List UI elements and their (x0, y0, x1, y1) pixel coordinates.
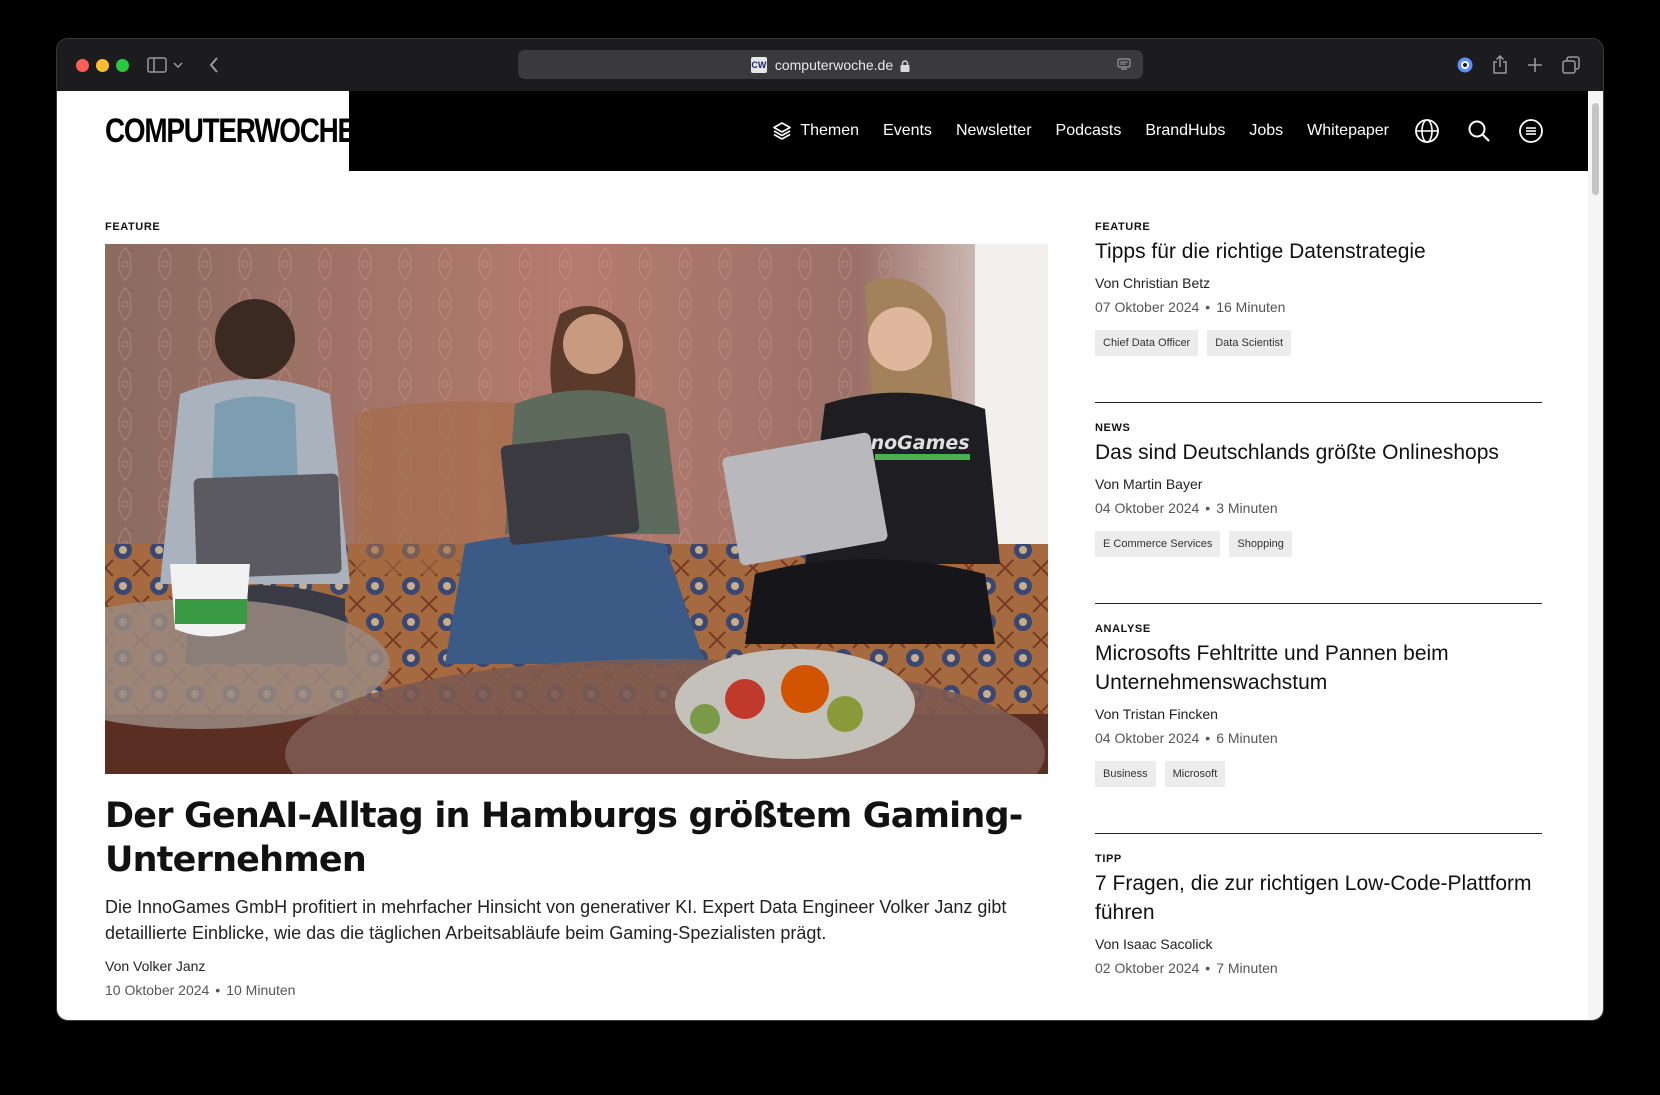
article-kicker: ANALYSE (1095, 623, 1151, 635)
globe-icon[interactable] (1413, 117, 1441, 145)
share-icon[interactable] (1488, 53, 1512, 77)
site-header: COMPUTERWOCHE Themen Events Newsletter P… (57, 91, 1590, 171)
article-title[interactable]: Das sind Deutschlands größte Onlineshops (1095, 438, 1542, 467)
article-author[interactable]: Von Isaac Sacolick (1095, 936, 1542, 952)
article-read-time: 7 Minuten (1216, 960, 1278, 976)
extension-icon[interactable] (1453, 53, 1477, 77)
nav-item-brandhubs[interactable]: BrandHubs (1145, 122, 1225, 140)
search-icon[interactable] (1465, 117, 1493, 145)
main-feature-article[interactable]: FEATURE InnoGames Der GenAI-Alltag in Ha… (105, 221, 1048, 998)
lock-icon (900, 59, 910, 72)
article-read-time: 6 Minuten (1216, 730, 1278, 746)
separator-dot: • (1205, 500, 1211, 516)
article-read-time: 16 Minuten (1216, 299, 1286, 315)
site-logo[interactable]: COMPUTERWOCHE (105, 112, 356, 151)
article-meta: 02 Oktober 2024 • 7 Minuten (1095, 960, 1542, 976)
page-scrollbar[interactable] (1588, 91, 1603, 1020)
tag-list: E Commerce Services Shopping (1095, 531, 1542, 557)
article-meta: 04 Oktober 2024 • 6 Minuten (1095, 730, 1542, 746)
separator-dot: • (1205, 299, 1211, 315)
tag-chief-data-officer[interactable]: Chief Data Officer (1095, 330, 1199, 356)
url-text: computerwoche.de (774, 56, 894, 73)
tag-data-scientist[interactable]: Data Scientist (1207, 330, 1292, 356)
article-sidebar: FEATURE Tipps für die richtige Datenstra… (1095, 221, 1542, 976)
separator-dot: • (1205, 730, 1211, 746)
list-item[interactable]: FEATURE Tipps für die richtige Datenstra… (1095, 221, 1542, 356)
article-date: 02 Oktober 2024 (1095, 960, 1200, 976)
main-navigation: Themen Events Newsletter Podcasts BrandH… (748, 91, 1545, 171)
list-item[interactable]: TIPP 7 Fragen, die zur richtigen Low-Cod… (1095, 833, 1542, 976)
separator-dot: • (1205, 960, 1211, 976)
article-kicker: TIPP (1095, 853, 1122, 865)
back-arrow-icon[interactable] (202, 53, 226, 77)
chevron-down-icon[interactable] (170, 53, 186, 77)
article-kicker: FEATURE (105, 221, 161, 233)
hero-image[interactable]: InnoGames (105, 244, 1048, 774)
nav-item-whitepaper[interactable]: Whitepaper (1307, 122, 1389, 140)
article-kicker: NEWS (1095, 422, 1131, 434)
site-favicon-icon: CW (750, 56, 767, 73)
tab-overview-icon[interactable] (1559, 53, 1583, 77)
article-meta: 10 Oktober 2024 • 10 Minuten (105, 982, 1048, 998)
address-bar[interactable]: CW computerwoche.de (518, 50, 1143, 79)
article-meta: 07 Oktober 2024 • 16 Minuten (1095, 299, 1542, 315)
article-title[interactable]: Microsofts Fehltritte und Pannen beim Un… (1095, 639, 1542, 697)
article-meta: 04 Oktober 2024 • 3 Minuten (1095, 500, 1542, 516)
sidebar-toggle-icon[interactable] (145, 53, 169, 77)
article-author[interactable]: Von Christian Betz (1095, 275, 1542, 291)
new-tab-icon[interactable] (1523, 53, 1547, 77)
article-date: 04 Oktober 2024 (1095, 500, 1200, 516)
menu-icon[interactable] (1517, 117, 1545, 145)
zoom-window-button[interactable] (116, 59, 129, 72)
article-headline[interactable]: Der GenAI-Alltag in Hamburgs größtem Gam… (105, 794, 1048, 882)
logo-container[interactable]: COMPUTERWOCHE (57, 91, 356, 171)
article-kicker: FEATURE (1095, 221, 1151, 233)
close-window-button[interactable] (76, 59, 89, 72)
list-item[interactable]: NEWS Das sind Deutschlands größte Online… (1095, 402, 1542, 557)
nav-item-themen[interactable]: Themen (772, 121, 859, 141)
tag-list: Chief Data Officer Data Scientist (1095, 330, 1542, 356)
separator-dot: • (215, 982, 221, 998)
nav-item-label: Themen (800, 122, 860, 139)
article-read-time: 3 Minuten (1216, 500, 1278, 516)
article-author[interactable]: Von Martin Bayer (1095, 476, 1542, 492)
minimize-window-button[interactable] (96, 59, 109, 72)
article-author[interactable]: Von Volker Janz (105, 958, 1048, 974)
article-read-time: 10 Minuten (226, 982, 296, 998)
nav-item-newsletter[interactable]: Newsletter (956, 122, 1032, 140)
reader-mode-icon[interactable] (1117, 57, 1131, 71)
article-title[interactable]: Tipps für die richtige Datenstrategie (1095, 237, 1542, 266)
article-date: 10 Oktober 2024 (105, 982, 210, 998)
list-item[interactable]: ANALYSE Microsofts Fehltritte und Pannen… (1095, 603, 1542, 787)
article-date: 04 Oktober 2024 (1095, 730, 1200, 746)
scrollbar-thumb[interactable] (1592, 103, 1599, 195)
tag-e-commerce-services[interactable]: E Commerce Services (1095, 531, 1221, 557)
nav-item-podcasts[interactable]: Podcasts (1056, 122, 1122, 140)
web-page: COMPUTERWOCHE Themen Events Newsletter P… (57, 91, 1590, 1020)
nav-item-jobs[interactable]: Jobs (1249, 122, 1283, 140)
article-author[interactable]: Von Tristan Fincken (1095, 706, 1542, 722)
article-lead: Die InnoGames GmbH profitiert in mehrfac… (105, 897, 1007, 943)
tag-business[interactable]: Business (1095, 761, 1156, 787)
article-title[interactable]: 7 Fragen, die zur richtigen Low-Code-Pla… (1095, 869, 1542, 927)
tag-shopping[interactable]: Shopping (1229, 531, 1292, 557)
browser-toolbar: CW computerwoche.de (57, 39, 1603, 91)
browser-window: CW computerwoche.de COMPUTERWOCHE Themen… (56, 38, 1604, 1021)
article-date: 07 Oktober 2024 (1095, 299, 1200, 315)
tag-list: Business Microsoft (1095, 761, 1542, 787)
nav-item-events[interactable]: Events (883, 122, 932, 140)
hero-photo-illustration: InnoGames (105, 244, 1048, 774)
tag-microsoft[interactable]: Microsoft (1164, 761, 1226, 787)
layers-icon (773, 122, 792, 140)
